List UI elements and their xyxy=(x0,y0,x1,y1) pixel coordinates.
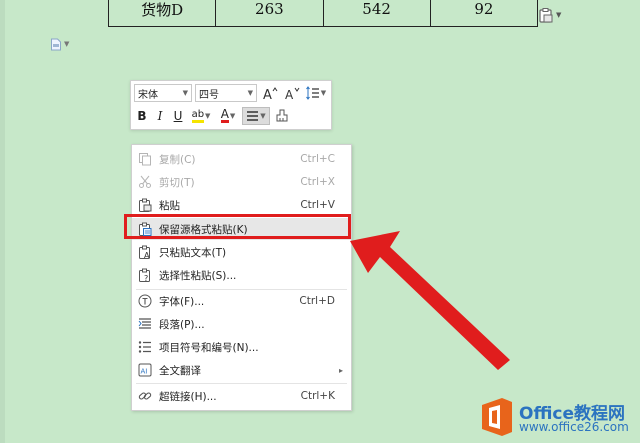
menu-item-label: 项目符号和编号(N)... xyxy=(159,341,259,354)
menu-item-shortcut: Ctrl+C xyxy=(300,153,335,165)
bold-button[interactable]: B xyxy=(134,107,150,125)
menu-item-paragraph[interactable]: 段落(P)... xyxy=(132,313,351,335)
font-color-button[interactable]: A ▼ xyxy=(216,107,240,125)
menu-item-font[interactable]: 字体(F)... Ctrl+D xyxy=(132,290,351,312)
hyperlink-icon xyxy=(137,388,153,404)
chevron-down-icon: ▼ xyxy=(229,112,236,120)
menu-item-label: 粘贴 xyxy=(159,199,180,212)
font-name-value: 宋体 xyxy=(138,89,158,101)
svg-text:?: ? xyxy=(144,274,148,282)
format-painter-button[interactable] xyxy=(272,107,292,125)
align-justify-icon xyxy=(247,111,259,121)
format-painter-icon xyxy=(276,109,288,122)
menu-separator xyxy=(136,383,347,384)
context-menu: 复制(C) Ctrl+C 剪切(T) Ctrl+X 粘贴 Ctrl+V 保留源格… xyxy=(131,144,352,411)
office-logo-icon xyxy=(482,398,512,436)
font-size-value: 四号 xyxy=(199,89,219,101)
font-size-select[interactable]: 四号 ▼ xyxy=(195,84,257,102)
translate-icon: AI xyxy=(137,362,153,378)
font-color-icon: A xyxy=(220,107,229,123)
paste-text-only-icon: A xyxy=(137,244,153,260)
highlight-icon: ab xyxy=(191,109,205,123)
menu-item-label: 剪切(T) xyxy=(159,176,195,189)
font-icon xyxy=(137,293,153,309)
font-name-select[interactable]: 宋体 ▼ xyxy=(134,84,192,102)
italic-button[interactable]: I xyxy=(152,107,168,125)
window-edge xyxy=(0,0,5,443)
menu-item-hyperlink[interactable]: 超链接(H)... Ctrl+K xyxy=(132,385,351,407)
chevron-down-icon: ▼ xyxy=(64,40,70,48)
line-spacing-icon xyxy=(305,86,319,100)
menu-item-label: 只粘贴文本(T) xyxy=(159,246,227,259)
align-button[interactable]: ▼ xyxy=(242,107,270,125)
chevron-down-icon: ▼ xyxy=(205,112,211,120)
site-watermark: Office教程网 www.office26.com xyxy=(476,396,636,438)
menu-item-label: 段落(P)... xyxy=(159,318,205,331)
table-cell[interactable]: 263 xyxy=(215,0,322,26)
menu-item-paste[interactable]: 粘贴 Ctrl+V xyxy=(132,194,351,216)
table-cell[interactable]: 92 xyxy=(429,0,537,26)
copy-icon xyxy=(137,151,153,167)
table-cell[interactable]: 货物D xyxy=(109,0,215,26)
svg-text:A: A xyxy=(263,88,272,100)
shrink-font-icon: A xyxy=(285,87,300,100)
mini-toolbar: 宋体 ▼ 四号 ▼ A A ▼ B I U ab ▼ A ▼ ▼ xyxy=(130,80,332,130)
menu-item-translate[interactable]: AI 全文翻译 ▸ xyxy=(132,359,351,381)
menu-item-label: 全文翻译 xyxy=(159,364,201,377)
grow-font-icon: A xyxy=(263,87,278,100)
chevron-down-icon: ▼ xyxy=(556,11,562,19)
paste-icon xyxy=(137,197,153,213)
menu-item-label: 字体(F)... xyxy=(159,295,205,308)
menu-item-shortcut: Ctrl+K xyxy=(300,390,335,402)
menu-item-label: 选择性粘贴(S)... xyxy=(159,269,237,282)
menu-item-shortcut: Ctrl+D xyxy=(299,295,335,307)
clipboard-icon xyxy=(539,8,553,23)
menu-item-label: 超链接(H)... xyxy=(159,390,217,403)
menu-item-label: 复制(C) xyxy=(159,153,196,166)
menu-item-paste-text-only[interactable]: A 只粘贴文本(T) xyxy=(132,241,351,263)
table-cell[interactable]: 542 xyxy=(322,0,430,26)
annotation-arrow xyxy=(350,231,510,370)
line-spacing-button[interactable]: ▼ xyxy=(304,84,328,102)
menu-item-shortcut: Ctrl+X xyxy=(300,176,335,188)
chevron-down-icon: ▼ xyxy=(182,89,188,97)
bullets-numbering-icon xyxy=(137,339,153,355)
table-row: 货物D 263 542 92 xyxy=(108,0,538,27)
underline-button[interactable]: U xyxy=(170,107,186,125)
menu-item-cut[interactable]: 剪切(T) Ctrl+X xyxy=(132,171,351,193)
paste-options-button[interactable]: ▼ xyxy=(538,7,564,23)
annotation-highlight-box xyxy=(124,214,351,239)
paste-special-icon: ? xyxy=(137,267,153,283)
chevron-down-icon: ▼ xyxy=(247,89,253,97)
paste-options-button[interactable]: ▼ xyxy=(50,37,74,51)
svg-text:AI: AI xyxy=(141,368,148,376)
menu-item-paste-special[interactable]: ? 选择性粘贴(S)... xyxy=(132,264,351,286)
chevron-down-icon: ▼ xyxy=(320,89,327,97)
document-icon xyxy=(51,38,61,50)
svg-text:A: A xyxy=(285,88,294,100)
menu-item-shortcut: Ctrl+V xyxy=(300,199,335,211)
menu-item-bullets-numbering[interactable]: 项目符号和编号(N)... xyxy=(132,336,351,358)
decrease-font-size-button[interactable]: A xyxy=(282,84,302,102)
scissors-icon xyxy=(137,174,153,190)
increase-font-size-button[interactable]: A xyxy=(260,84,280,102)
svg-text:A: A xyxy=(144,251,150,259)
menu-item-copy[interactable]: 复制(C) Ctrl+C xyxy=(132,148,351,170)
paragraph-icon xyxy=(137,316,153,332)
watermark-url: www.office26.com xyxy=(519,420,629,434)
chevron-down-icon: ▼ xyxy=(260,112,266,120)
highlight-color-button[interactable]: ab ▼ xyxy=(188,107,214,125)
